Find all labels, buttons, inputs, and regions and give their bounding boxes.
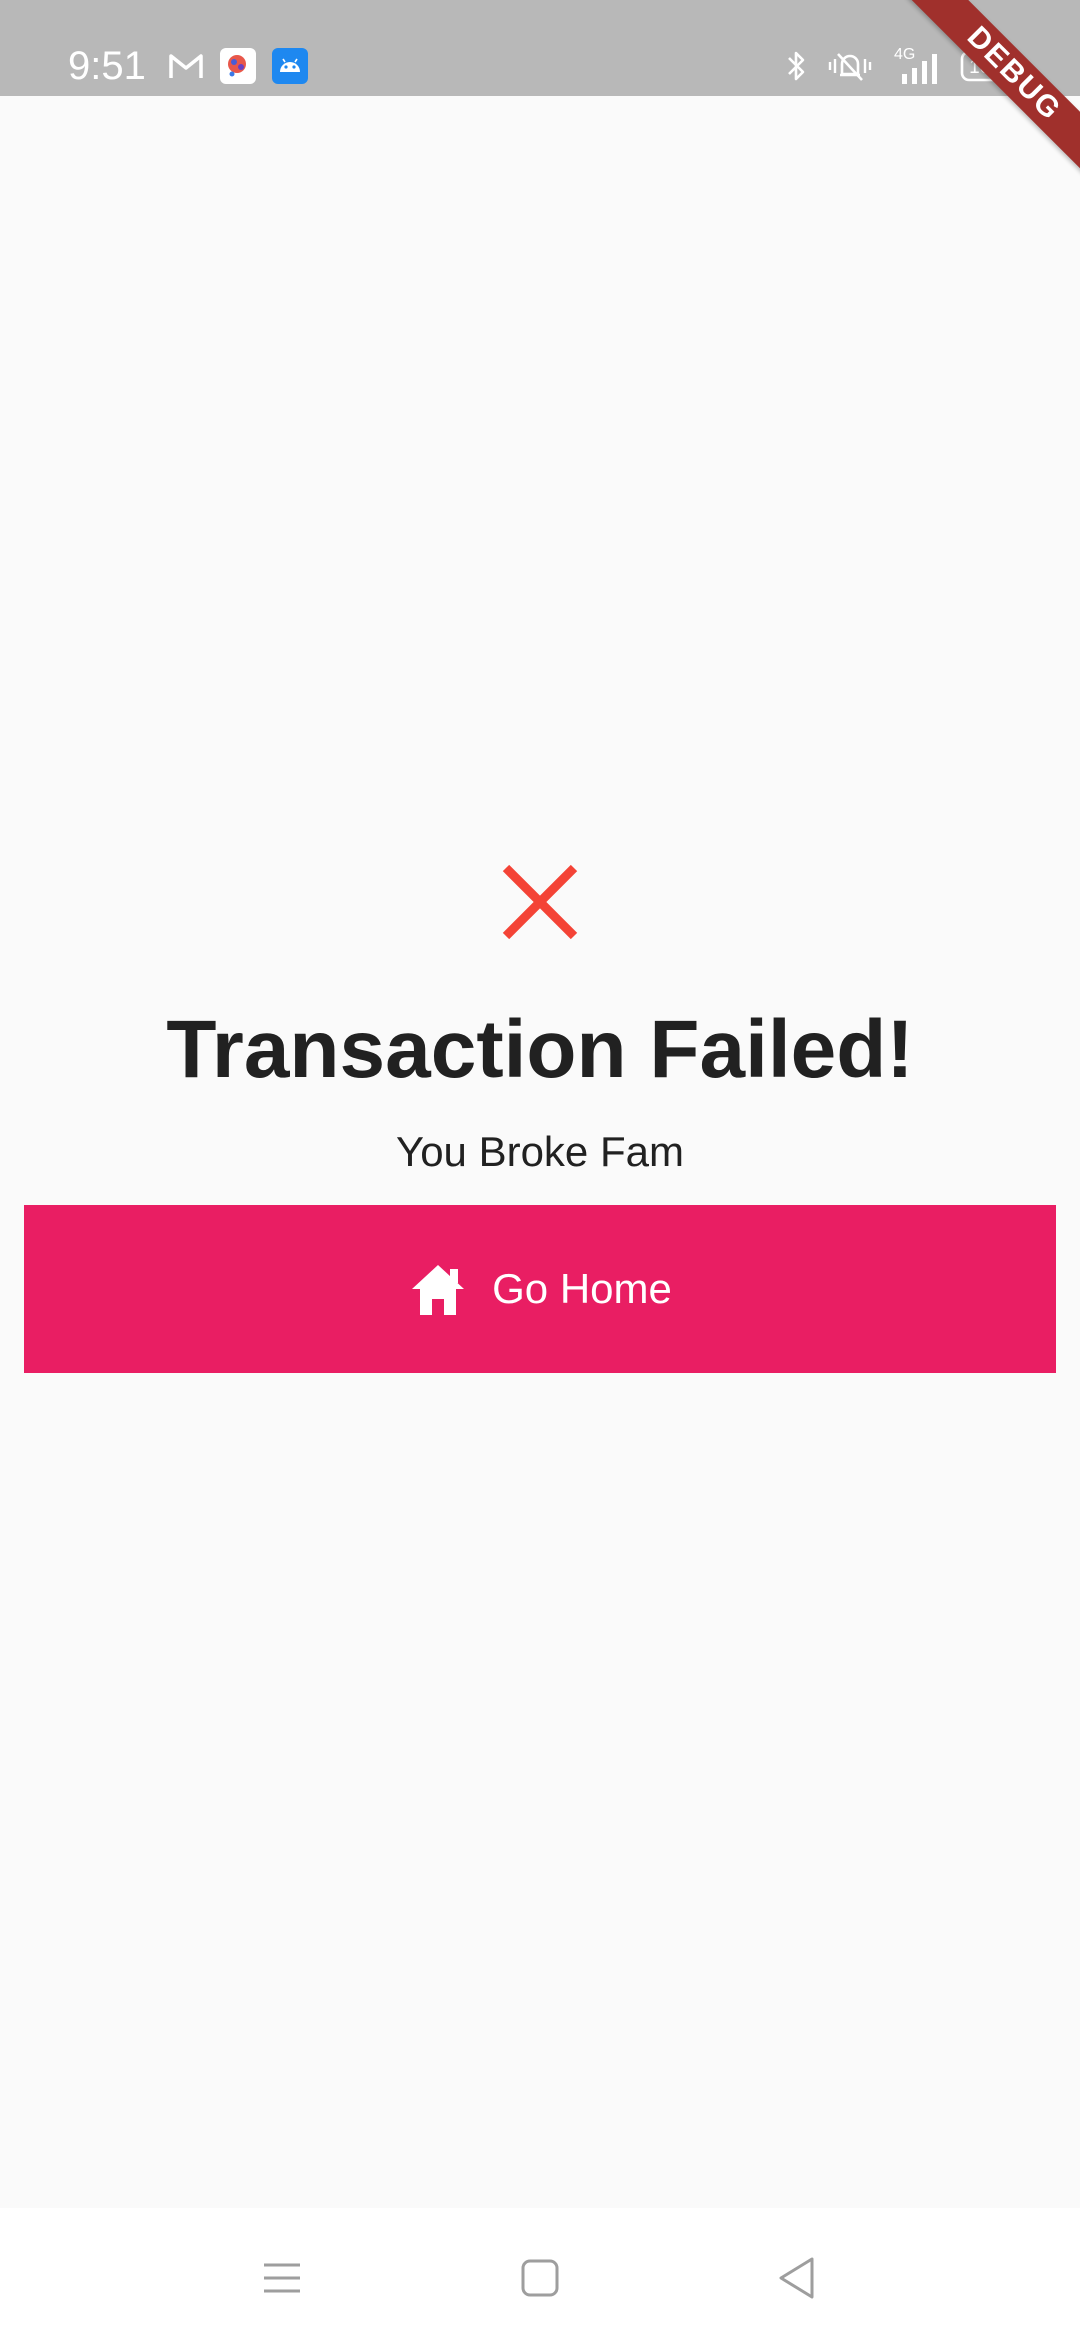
app-icon: [220, 48, 256, 84]
page-subtitle: You Broke Fam: [396, 1128, 684, 1175]
gmail-icon: [169, 54, 203, 78]
recent-apps-button[interactable]: [252, 2248, 312, 2308]
close-icon: [502, 864, 578, 940]
menu-icon: [264, 2263, 300, 2293]
back-button[interactable]: [766, 2248, 826, 2308]
home-square-icon: [521, 2259, 559, 2297]
battery-icon: 100: [960, 50, 1014, 82]
status-time: 9:51: [68, 44, 146, 88]
battery-level: 100: [969, 57, 1001, 78]
signal-icon: [902, 54, 937, 84]
home-nav-button[interactable]: [510, 2248, 570, 2308]
back-icon: [779, 2257, 814, 2299]
bluetooth-icon: [788, 51, 805, 81]
go-home-label: Go Home: [492, 1265, 672, 1312]
page-title: Transaction Failed!: [166, 1004, 914, 1095]
android-icon: [272, 48, 308, 84]
navigation-bar: [0, 2208, 1080, 2340]
go-home-button[interactable]: Go Home: [24, 1205, 1056, 1373]
home-icon: [412, 1265, 465, 1315]
vibrate-icon: [828, 53, 872, 81]
status-bar: 9:51 4G 100: [0, 0, 1080, 96]
